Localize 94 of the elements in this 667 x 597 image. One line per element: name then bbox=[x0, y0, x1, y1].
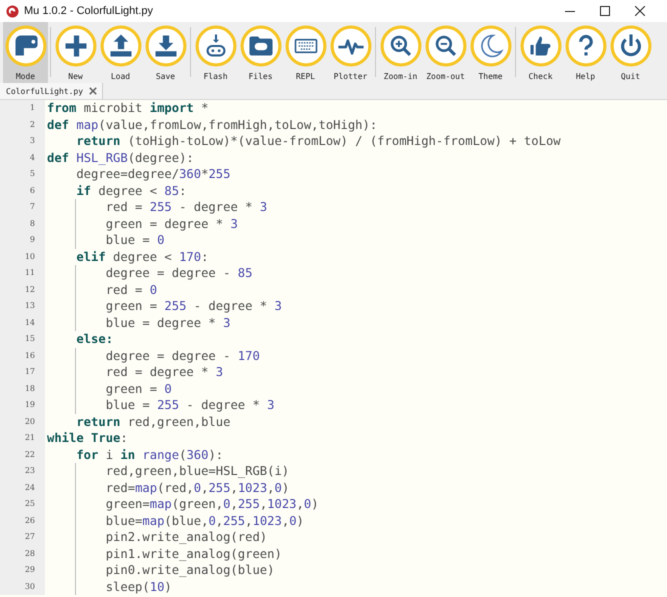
toolbar-button[interactable]: Zoom-out bbox=[423, 22, 468, 83]
line-number: 7 bbox=[0, 199, 45, 216]
line-number: 22 bbox=[0, 446, 45, 463]
code-line: if degree < 85: bbox=[75, 184, 186, 198]
code-line: def HSL_RGB(degree): bbox=[47, 150, 194, 164]
line-number: 5 bbox=[0, 166, 45, 182]
toolbar-button[interactable]: Plotter bbox=[328, 22, 373, 83]
code-line: from microbit import * bbox=[47, 101, 208, 115]
line-number: 20 bbox=[0, 414, 45, 430]
code-line: red = 255 - degree * 3 bbox=[104, 200, 268, 214]
zoom-in-icon bbox=[380, 25, 422, 67]
line-number: 10 bbox=[0, 248, 45, 265]
code-line: degree = degree - 170 bbox=[104, 348, 260, 362]
code-line: pin1.write_analog(green) bbox=[104, 546, 282, 560]
line-number: 19 bbox=[0, 397, 45, 414]
toolbar-button[interactable]: Load bbox=[98, 22, 143, 83]
line-number: 12 bbox=[0, 282, 45, 298]
toolbar-button[interactable]: Files bbox=[238, 22, 283, 83]
line-number: 14 bbox=[0, 314, 45, 331]
code-line: return (toHigh-toLow)*(value-fromLow) / (fromHigh-fromLow) + toLow bbox=[75, 134, 561, 148]
line-number: 18 bbox=[0, 380, 45, 397]
line-number: 2 bbox=[0, 116, 45, 133]
device-download-icon bbox=[194, 25, 236, 67]
download-icon bbox=[144, 25, 186, 67]
maximize-icon[interactable] bbox=[600, 6, 610, 16]
line-number: 25 bbox=[0, 496, 45, 512]
line-number: 17 bbox=[0, 364, 45, 380]
line-number: 21 bbox=[0, 430, 45, 446]
close-tab-icon[interactable] bbox=[89, 87, 98, 95]
line-number: 3 bbox=[0, 133, 45, 150]
file-tab[interactable]: ColorfulLight.py bbox=[0, 83, 104, 99]
code-line: blue = 0 bbox=[104, 233, 164, 247]
toolbar-button[interactable]: Zoom-in bbox=[378, 22, 423, 83]
code-line: degree=degree/360*255 bbox=[75, 167, 230, 181]
folder-icon bbox=[240, 25, 282, 67]
code-line: pin0.write_analog(blue) bbox=[104, 563, 274, 577]
line-number: 23 bbox=[0, 463, 45, 480]
code-line: red=map(red,0,255,1023,0) bbox=[104, 480, 290, 494]
line-number: 27 bbox=[0, 529, 45, 546]
code-line: red = degree * 3 bbox=[104, 365, 224, 379]
code-line: while True: bbox=[47, 431, 128, 445]
line-number: 15 bbox=[0, 331, 45, 348]
window-title: Mu 1.0.2 - ColorfulLight.py bbox=[24, 5, 154, 17]
line-number: 6 bbox=[0, 182, 45, 199]
pulse-icon bbox=[330, 25, 372, 67]
line-number: 1 bbox=[0, 100, 45, 116]
toolbar-button[interactable]: Save bbox=[143, 22, 188, 83]
moon-icon bbox=[470, 25, 512, 67]
toolbar-button[interactable]: Check bbox=[518, 22, 563, 83]
tab-label: ColorfulLight.py bbox=[6, 86, 84, 96]
line-number: 13 bbox=[0, 298, 45, 314]
zoom-out-icon bbox=[424, 25, 466, 67]
upload-icon bbox=[100, 25, 142, 67]
toolbar-button[interactable]: REPL bbox=[283, 22, 328, 83]
line-number: 16 bbox=[0, 348, 45, 364]
code-line: degree = degree - 85 bbox=[104, 266, 252, 280]
code-line: pin2.write_analog(red) bbox=[104, 530, 268, 544]
close-icon[interactable] bbox=[635, 6, 645, 16]
line-number: 26 bbox=[0, 512, 45, 529]
toolbar-button[interactable]: Help bbox=[563, 22, 608, 83]
code-line: for i in range(360): bbox=[75, 448, 224, 462]
keyboard-icon bbox=[284, 25, 326, 67]
code-line: blue = 255 - degree * 3 bbox=[104, 398, 274, 412]
code-line: def map(value,fromLow,fromHigh,toLow,toHigh): bbox=[47, 118, 378, 132]
code-line: elif degree < 170: bbox=[75, 250, 208, 264]
code-line: green=map(green,0,255,1023,0) bbox=[104, 497, 319, 511]
toolbar-button[interactable]: Theme bbox=[468, 22, 513, 83]
code-line: green = 255 - degree * 3 bbox=[104, 299, 282, 313]
line-number: 28 bbox=[0, 546, 45, 562]
line-number: 8 bbox=[0, 216, 45, 232]
code-line: blue=map(blue,0,255,1023,0) bbox=[104, 514, 304, 528]
code-line: return red,green,blue bbox=[75, 414, 230, 428]
code-line: sleep(10) bbox=[104, 580, 172, 594]
line-number: 11 bbox=[0, 265, 45, 282]
line-number: 4 bbox=[0, 150, 45, 166]
line-number: 24 bbox=[0, 480, 45, 496]
code-line: red,green,blue=HSL_RGB(i) bbox=[104, 464, 290, 478]
line-number: 30 bbox=[0, 578, 45, 595]
toolbar-button[interactable]: New bbox=[53, 22, 98, 83]
code-line: green = degree * 3 bbox=[104, 216, 238, 230]
line-number: 9 bbox=[0, 232, 45, 248]
code-line: else: bbox=[75, 332, 114, 346]
code-line: red = 0 bbox=[104, 282, 158, 296]
plus-icon bbox=[54, 25, 96, 67]
toolbar-button[interactable]: Mode bbox=[3, 22, 48, 83]
line-number: 29 bbox=[0, 562, 45, 578]
toolbar-button[interactable]: Quit bbox=[608, 22, 653, 83]
code-line: blue = degree * 3 bbox=[104, 316, 230, 330]
toolbar-button[interactable]: Flash bbox=[193, 22, 238, 83]
question-icon bbox=[564, 25, 606, 67]
thumbs-up-icon bbox=[520, 25, 562, 67]
power-icon bbox=[610, 25, 652, 67]
app-logo-icon bbox=[6, 4, 19, 18]
code-line: green = 0 bbox=[104, 382, 172, 396]
